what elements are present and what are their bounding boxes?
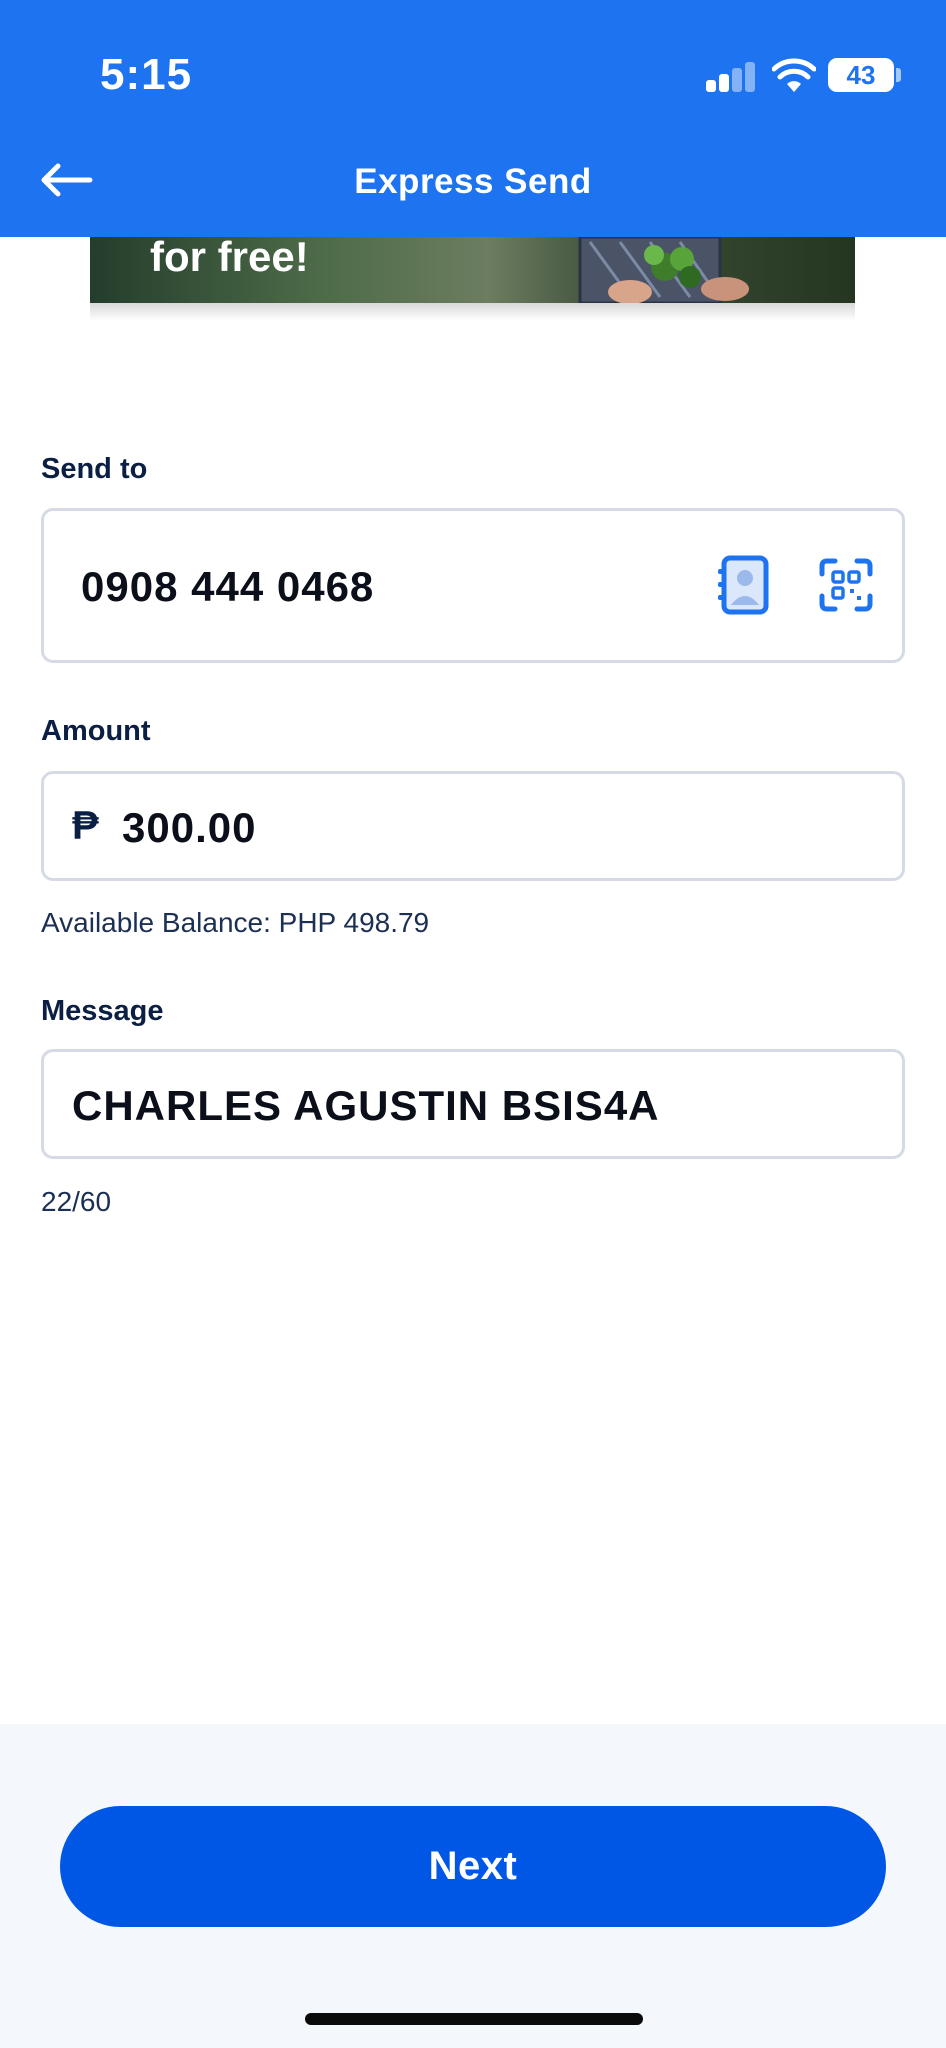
page-title: Express Send bbox=[354, 162, 592, 201]
cellular-signal-icon bbox=[706, 62, 756, 92]
amount-label: Amount bbox=[41, 715, 151, 747]
express-send-screen: 5:15 43 Express Send for free! Send to 0… bbox=[0, 0, 946, 2048]
contact-book-icon bbox=[718, 555, 769, 615]
send-to-field[interactable]: 0908 444 0468 bbox=[41, 508, 905, 663]
message-label: Message bbox=[41, 995, 164, 1027]
app-header: 5:15 43 Express Send bbox=[0, 0, 946, 237]
message-field[interactable]: CHARLES AGUSTIN BSIS4A bbox=[41, 1049, 905, 1159]
banner-photo bbox=[578, 237, 749, 303]
contacts-button[interactable] bbox=[716, 555, 772, 620]
qr-scan-icon bbox=[819, 558, 873, 612]
home-indicator bbox=[305, 2013, 643, 2025]
message-value[interactable]: CHARLES AGUSTIN BSIS4A bbox=[72, 1082, 660, 1130]
send-to-label: Send to bbox=[41, 453, 148, 485]
status-time: 5:15 bbox=[100, 50, 193, 99]
battery-icon: 43 bbox=[828, 58, 894, 92]
next-button[interactable]: Next bbox=[60, 1806, 886, 1927]
wifi-icon bbox=[772, 58, 816, 92]
message-char-counter: 22/60 bbox=[41, 1186, 112, 1217]
currency-symbol: ₱ bbox=[72, 804, 99, 848]
banner-shadow bbox=[90, 303, 855, 321]
available-balance: Available Balance: PHP 498.79 bbox=[41, 907, 430, 938]
battery-cap bbox=[896, 68, 901, 82]
amount-field[interactable]: ₱ 300.00 bbox=[41, 771, 905, 881]
amount-value[interactable]: 300.00 bbox=[122, 804, 256, 852]
send-to-value[interactable]: 0908 444 0468 bbox=[81, 563, 374, 611]
scan-qr-button[interactable] bbox=[819, 558, 873, 617]
promo-banner[interactable]: for free! bbox=[90, 237, 855, 303]
banner-text: for free! bbox=[150, 237, 309, 280]
